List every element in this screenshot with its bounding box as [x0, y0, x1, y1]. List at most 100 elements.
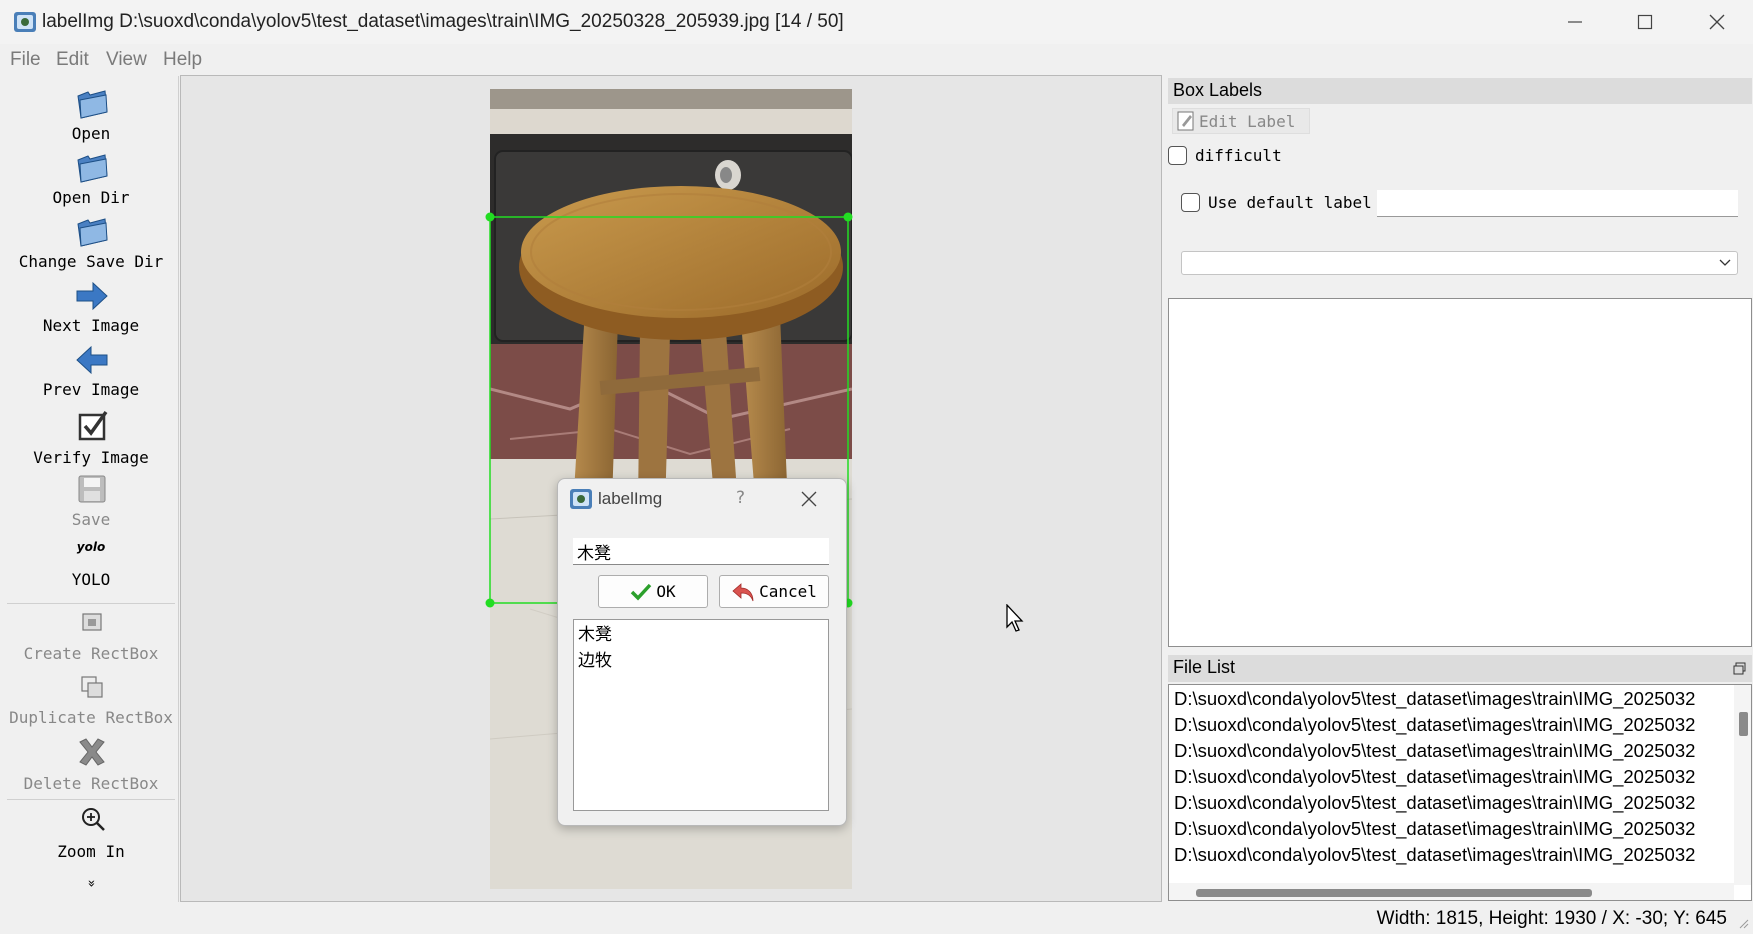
prev-image-label: Prev Image — [42, 380, 140, 399]
checkbox-checked-icon — [78, 410, 108, 441]
yolo-icon: yolo — [76, 540, 106, 554]
edit-label-button[interactable]: Edit Label — [1172, 108, 1310, 134]
status-text: Width: 1815, Height: 1930 / X: -30; Y: 6… — [1376, 908, 1727, 929]
help-button[interactable]: ? — [736, 488, 745, 508]
menu-view[interactable]: View — [106, 49, 147, 71]
checkbox-icon — [1181, 193, 1200, 212]
close-icon[interactable] — [801, 491, 817, 507]
arrow-left-icon — [76, 345, 108, 375]
verify-image-label: Verify Image — [33, 448, 149, 467]
bbox-handle[interactable] — [485, 598, 495, 608]
arrow-right-icon — [76, 281, 108, 311]
default-label-input[interactable] — [1377, 190, 1738, 217]
change-save-dir-label: Change Save Dir — [18, 252, 164, 271]
change-save-dir-button[interactable]: Change Save Dir — [3, 216, 179, 274]
verify-image-button[interactable]: Verify Image — [3, 410, 179, 470]
folder-icon — [77, 90, 108, 119]
vertical-scrollbar[interactable] — [1734, 685, 1751, 885]
duplicate-rectbox-button[interactable]: Duplicate RectBox — [3, 674, 179, 732]
open-button[interactable]: Open — [3, 88, 179, 146]
toolbar-extension-button[interactable]: » — [3, 876, 179, 894]
menu-help[interactable]: Help — [163, 49, 202, 71]
use-default-label-checkbox[interactable]: Use default label — [1181, 193, 1372, 212]
status-bar: Width: 1815, Height: 1930 / X: -30; Y: 6… — [0, 903, 1753, 934]
duplicate-icon — [81, 676, 103, 698]
title-bar[interactable]: labelImg D:\suoxd\conda\yolov5\test_data… — [0, 0, 1753, 44]
file-list-item[interactable]: D:\suoxd\conda\yolov5\test_dataset\image… — [1174, 766, 1724, 788]
create-rectbox-label: Create RectBox — [23, 644, 159, 663]
toolbar: Open Open Dir Change Save Dir Next Image… — [3, 76, 179, 902]
menu-file[interactable]: File — [10, 49, 41, 71]
next-image-label: Next Image — [42, 316, 140, 335]
create-rectbox-button[interactable]: Create RectBox — [3, 610, 179, 668]
open-dir-button[interactable]: Open Dir — [3, 152, 179, 210]
toolbar-separator — [7, 603, 175, 604]
label-dialog[interactable]: labelImg ? OK Cancel 木凳 边牧 — [557, 478, 847, 826]
file-list-header: File List — [1168, 655, 1752, 682]
file-list-title: File List — [1173, 657, 1236, 677]
delete-rectbox-label: Delete RectBox — [23, 774, 159, 793]
delete-rectbox-button[interactable]: Delete RectBox — [3, 736, 179, 798]
file-list-item[interactable]: D:\suoxd\conda\yolov5\test_dataset\image… — [1174, 740, 1724, 762]
edit-icon — [1177, 111, 1194, 131]
cancel-label: Cancel — [759, 582, 817, 601]
prev-image-button[interactable]: Prev Image — [3, 344, 179, 402]
file-list[interactable]: D:\suoxd\conda\yolov5\test_dataset\image… — [1168, 684, 1752, 901]
label-input[interactable] — [573, 538, 829, 565]
close-icon — [1709, 14, 1725, 30]
delete-icon — [79, 738, 105, 766]
edit-label-text: Edit Label — [1199, 111, 1296, 131]
save-label: Save — [71, 510, 111, 529]
label-history-list[interactable]: 木凳 边牧 — [573, 619, 829, 811]
duplicate-rectbox-label: Duplicate RectBox — [9, 708, 173, 727]
menu-edit[interactable]: Edit — [56, 49, 89, 71]
app-icon — [14, 12, 36, 32]
maximize-button[interactable] — [1610, 0, 1680, 44]
minimize-icon — [1568, 21, 1582, 23]
create-rect-icon — [82, 613, 102, 631]
float-dock-icon[interactable] — [1733, 662, 1746, 675]
window-title: labelImg D:\suoxd\conda\yolov5\test_data… — [42, 11, 844, 32]
scrollbar-thumb[interactable] — [1739, 712, 1748, 736]
open-dir-label: Open Dir — [52, 188, 130, 207]
mouse-cursor-icon — [1006, 604, 1024, 632]
chevron-down-icon — [1719, 259, 1731, 266]
check-icon — [631, 583, 652, 601]
save-button[interactable]: Save — [3, 474, 179, 532]
cancel-button[interactable]: Cancel — [719, 575, 829, 608]
app-icon — [570, 489, 592, 509]
list-item[interactable]: 边牧 — [578, 648, 824, 674]
folder-icon — [77, 218, 108, 247]
bbox-handle[interactable] — [843, 212, 853, 222]
ok-button[interactable]: OK — [598, 575, 708, 608]
ok-label: OK — [656, 582, 676, 601]
file-list-item[interactable]: D:\suoxd\conda\yolov5\test_dataset\image… — [1174, 792, 1724, 814]
undo-arrow-icon — [732, 582, 754, 601]
dialog-title: labelImg — [598, 489, 663, 508]
resize-grip-icon[interactable] — [1737, 917, 1749, 929]
list-item[interactable]: 木凳 — [578, 622, 824, 648]
format-label: YOLO — [71, 570, 111, 589]
file-list-item[interactable]: D:\suoxd\conda\yolov5\test_dataset\image… — [1174, 844, 1724, 866]
checkbox-icon — [1168, 146, 1187, 165]
difficult-label: difficult — [1195, 146, 1282, 165]
use-default-label-text: Use default label — [1208, 193, 1372, 212]
box-labels-header: Box Labels — [1168, 78, 1752, 104]
box-labels-list[interactable] — [1168, 298, 1752, 647]
open-label: Open — [71, 124, 111, 143]
file-list-item[interactable]: D:\suoxd\conda\yolov5\test_dataset\image… — [1174, 714, 1724, 736]
format-toggle-button[interactable]: yolo YOLO — [3, 540, 179, 600]
scrollbar-thumb[interactable] — [1196, 889, 1592, 897]
bbox-handle[interactable] — [485, 212, 495, 222]
folder-icon — [77, 154, 108, 183]
label-combobox[interactable] — [1181, 251, 1738, 275]
close-window-button[interactable] — [1682, 0, 1752, 44]
save-icon — [78, 475, 106, 503]
next-image-button[interactable]: Next Image — [3, 280, 179, 338]
horizontal-scrollbar[interactable] — [1169, 883, 1734, 900]
file-list-item[interactable]: D:\suoxd\conda\yolov5\test_dataset\image… — [1174, 818, 1724, 840]
maximize-icon — [1637, 14, 1653, 30]
file-list-item[interactable]: D:\suoxd\conda\yolov5\test_dataset\image… — [1174, 688, 1724, 710]
minimize-button[interactable] — [1540, 0, 1610, 44]
difficult-checkbox[interactable]: difficult — [1168, 146, 1282, 165]
